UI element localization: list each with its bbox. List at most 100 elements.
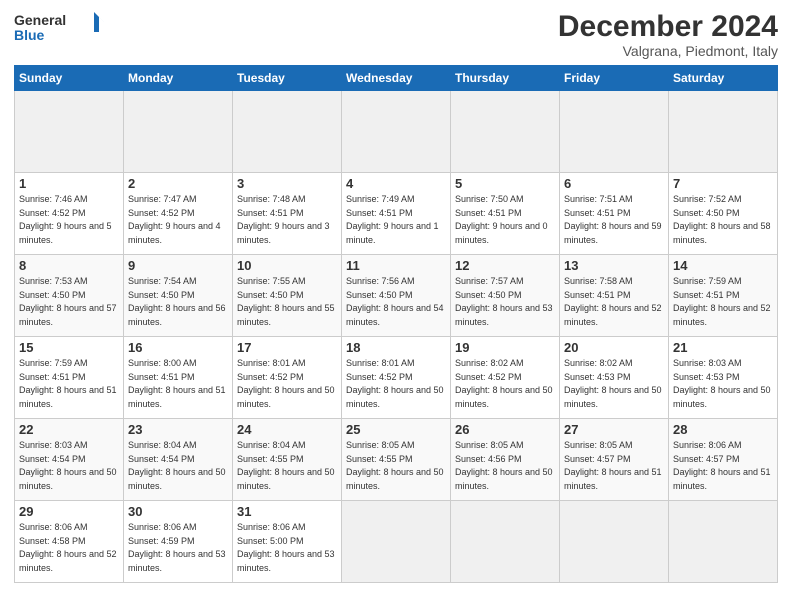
day-sunrise: Sunrise: 7:59 AM [19, 358, 88, 368]
day-number: 8 [19, 258, 119, 273]
day-daylight: Daylight: 9 hours and 3 minutes. [237, 221, 330, 245]
day-sunrise: Sunrise: 8:06 AM [128, 522, 197, 532]
calendar-cell-w0-d6 [669, 91, 778, 173]
day-sunrise: Sunrise: 8:06 AM [19, 522, 88, 532]
calendar-cell-w2-d2: 10 Sunrise: 7:55 AM Sunset: 4:50 PM Dayl… [233, 255, 342, 337]
day-number: 19 [455, 340, 555, 355]
calendar-body: 1 Sunrise: 7:46 AM Sunset: 4:52 PM Dayli… [15, 91, 778, 583]
col-wednesday: Wednesday [342, 66, 451, 91]
calendar-cell-w4-d6: 28 Sunrise: 8:06 AM Sunset: 4:57 PM Dayl… [669, 419, 778, 501]
calendar-header-row: Sunday Monday Tuesday Wednesday Thursday… [15, 66, 778, 91]
day-sunset: Sunset: 4:51 PM [19, 372, 86, 382]
day-sunset: Sunset: 4:52 PM [237, 372, 304, 382]
svg-text:General: General [14, 12, 66, 28]
calendar-cell-w3-d3: 18 Sunrise: 8:01 AM Sunset: 4:52 PM Dayl… [342, 337, 451, 419]
calendar-cell-w3-d5: 20 Sunrise: 8:02 AM Sunset: 4:53 PM Dayl… [560, 337, 669, 419]
day-daylight: Daylight: 8 hours and 50 minutes. [19, 467, 117, 491]
calendar-title: December 2024 [558, 10, 778, 43]
day-number: 22 [19, 422, 119, 437]
day-sunrise: Sunrise: 7:47 AM [128, 194, 197, 204]
day-daylight: Daylight: 8 hours and 56 minutes. [128, 303, 226, 327]
calendar-cell-w2-d4: 12 Sunrise: 7:57 AM Sunset: 4:50 PM Dayl… [451, 255, 560, 337]
calendar-cell-w3-d2: 17 Sunrise: 8:01 AM Sunset: 4:52 PM Dayl… [233, 337, 342, 419]
calendar-cell-w3-d1: 16 Sunrise: 8:00 AM Sunset: 4:51 PM Dayl… [124, 337, 233, 419]
calendar-cell-w3-d6: 21 Sunrise: 8:03 AM Sunset: 4:53 PM Dayl… [669, 337, 778, 419]
day-number: 13 [564, 258, 664, 273]
day-daylight: Daylight: 8 hours and 51 minutes. [19, 385, 117, 409]
day-sunrise: Sunrise: 8:06 AM [237, 522, 306, 532]
calendar-cell-w5-d4 [451, 501, 560, 583]
day-daylight: Daylight: 8 hours and 52 minutes. [673, 303, 771, 327]
calendar-cell-w2-d5: 13 Sunrise: 7:58 AM Sunset: 4:51 PM Dayl… [560, 255, 669, 337]
day-sunset: Sunset: 4:55 PM [346, 454, 413, 464]
day-daylight: Daylight: 9 hours and 0 minutes. [455, 221, 548, 245]
calendar-cell-w5-d2: 31 Sunrise: 8:06 AM Sunset: 5:00 PM Dayl… [233, 501, 342, 583]
day-sunrise: Sunrise: 7:49 AM [346, 194, 415, 204]
day-sunset: Sunset: 4:54 PM [128, 454, 195, 464]
calendar-week-1: 1 Sunrise: 7:46 AM Sunset: 4:52 PM Dayli… [15, 173, 778, 255]
day-daylight: Daylight: 8 hours and 55 minutes. [237, 303, 335, 327]
day-daylight: Daylight: 8 hours and 53 minutes. [237, 549, 335, 573]
calendar-week-4: 22 Sunrise: 8:03 AM Sunset: 4:54 PM Dayl… [15, 419, 778, 501]
calendar-cell-w4-d5: 27 Sunrise: 8:05 AM Sunset: 4:57 PM Dayl… [560, 419, 669, 501]
day-number: 26 [455, 422, 555, 437]
col-friday: Friday [560, 66, 669, 91]
calendar-cell-w1-d4: 5 Sunrise: 7:50 AM Sunset: 4:51 PM Dayli… [451, 173, 560, 255]
header-row: General Blue December 2024 Valgrana, Pie… [14, 10, 778, 59]
calendar-table: Sunday Monday Tuesday Wednesday Thursday… [14, 65, 778, 583]
calendar-cell-w4-d1: 23 Sunrise: 8:04 AM Sunset: 4:54 PM Dayl… [124, 419, 233, 501]
day-sunrise: Sunrise: 7:51 AM [564, 194, 633, 204]
day-number: 25 [346, 422, 446, 437]
day-sunrise: Sunrise: 7:57 AM [455, 276, 524, 286]
day-sunset: Sunset: 4:56 PM [455, 454, 522, 464]
col-tuesday: Tuesday [233, 66, 342, 91]
svg-text:Blue: Blue [14, 27, 45, 43]
day-number: 6 [564, 176, 664, 191]
day-sunset: Sunset: 4:50 PM [237, 290, 304, 300]
calendar-cell-w1-d1: 2 Sunrise: 7:47 AM Sunset: 4:52 PM Dayli… [124, 173, 233, 255]
day-daylight: Daylight: 8 hours and 58 minutes. [673, 221, 771, 245]
day-daylight: Daylight: 8 hours and 52 minutes. [564, 303, 662, 327]
day-number: 1 [19, 176, 119, 191]
day-daylight: Daylight: 9 hours and 1 minute. [346, 221, 439, 245]
day-sunrise: Sunrise: 8:06 AM [673, 440, 742, 450]
day-daylight: Daylight: 8 hours and 57 minutes. [19, 303, 117, 327]
calendar-cell-w3-d0: 15 Sunrise: 7:59 AM Sunset: 4:51 PM Dayl… [15, 337, 124, 419]
day-sunrise: Sunrise: 7:54 AM [128, 276, 197, 286]
logo: General Blue [14, 10, 104, 46]
calendar-cell-w0-d0 [15, 91, 124, 173]
day-daylight: Daylight: 8 hours and 50 minutes. [346, 385, 444, 409]
calendar-cell-w4-d4: 26 Sunrise: 8:05 AM Sunset: 4:56 PM Dayl… [451, 419, 560, 501]
day-number: 29 [19, 504, 119, 519]
day-sunrise: Sunrise: 7:53 AM [19, 276, 88, 286]
calendar-cell-w5-d0: 29 Sunrise: 8:06 AM Sunset: 4:58 PM Dayl… [15, 501, 124, 583]
day-sunset: Sunset: 4:59 PM [128, 536, 195, 546]
calendar-cell-w2-d0: 8 Sunrise: 7:53 AM Sunset: 4:50 PM Dayli… [15, 255, 124, 337]
day-daylight: Daylight: 9 hours and 4 minutes. [128, 221, 221, 245]
calendar-cell-w1-d2: 3 Sunrise: 7:48 AM Sunset: 4:51 PM Dayli… [233, 173, 342, 255]
col-saturday: Saturday [669, 66, 778, 91]
day-sunset: Sunset: 4:51 PM [564, 290, 631, 300]
calendar-week-2: 8 Sunrise: 7:53 AM Sunset: 4:50 PM Dayli… [15, 255, 778, 337]
day-sunrise: Sunrise: 8:04 AM [237, 440, 306, 450]
day-number: 12 [455, 258, 555, 273]
day-number: 10 [237, 258, 337, 273]
calendar-cell-w1-d0: 1 Sunrise: 7:46 AM Sunset: 4:52 PM Dayli… [15, 173, 124, 255]
day-daylight: Daylight: 8 hours and 50 minutes. [237, 385, 335, 409]
day-number: 27 [564, 422, 664, 437]
day-sunset: Sunset: 4:50 PM [346, 290, 413, 300]
calendar-subtitle: Valgrana, Piedmont, Italy [558, 43, 778, 59]
day-daylight: Daylight: 8 hours and 50 minutes. [346, 467, 444, 491]
calendar-cell-w4-d2: 24 Sunrise: 8:04 AM Sunset: 4:55 PM Dayl… [233, 419, 342, 501]
day-sunset: Sunset: 4:52 PM [19, 208, 86, 218]
day-sunrise: Sunrise: 8:05 AM [346, 440, 415, 450]
day-sunrise: Sunrise: 8:01 AM [346, 358, 415, 368]
day-sunset: Sunset: 4:52 PM [128, 208, 195, 218]
day-daylight: Daylight: 8 hours and 53 minutes. [128, 549, 226, 573]
day-sunrise: Sunrise: 7:59 AM [673, 276, 742, 286]
day-number: 31 [237, 504, 337, 519]
day-sunset: Sunset: 4:52 PM [346, 372, 413, 382]
page-container: General Blue December 2024 Valgrana, Pie… [0, 0, 792, 593]
day-sunset: Sunset: 4:55 PM [237, 454, 304, 464]
day-sunrise: Sunrise: 8:02 AM [564, 358, 633, 368]
